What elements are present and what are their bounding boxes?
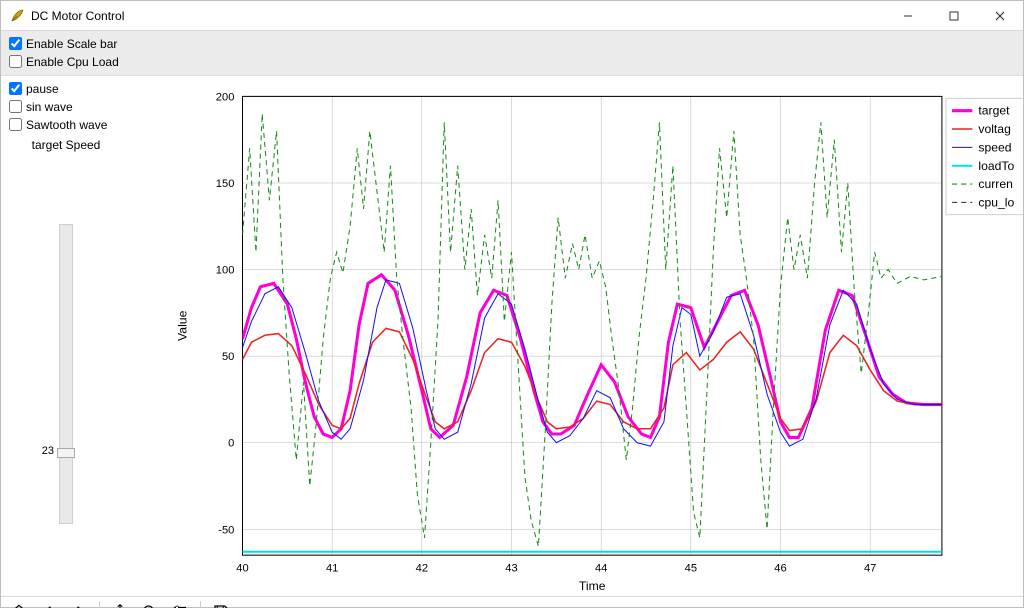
check-sawtooth-wave[interactable]: Sawtooth wave bbox=[9, 116, 123, 134]
home-button[interactable] bbox=[5, 598, 33, 608]
toolbar-sep-2 bbox=[200, 601, 201, 608]
close-button[interactable] bbox=[977, 1, 1023, 31]
titlebar: DC Motor Control bbox=[1, 1, 1023, 31]
svg-text:curren: curren bbox=[978, 177, 1012, 191]
svg-text:loadTo: loadTo bbox=[978, 159, 1014, 173]
svg-text:target: target bbox=[978, 104, 1010, 118]
check-enable-scale-bar[interactable]: Enable Scale bar bbox=[9, 35, 1015, 53]
save-button[interactable] bbox=[207, 598, 235, 608]
svg-text:41: 41 bbox=[326, 562, 338, 574]
svg-text:100: 100 bbox=[216, 265, 235, 277]
check-pause-box[interactable] bbox=[9, 82, 22, 95]
toolbar-sep-1 bbox=[99, 601, 100, 608]
window-title: DC Motor Control bbox=[31, 9, 124, 23]
svg-text:cpu_lo: cpu_lo bbox=[978, 195, 1014, 209]
svg-text:42: 42 bbox=[416, 562, 428, 574]
svg-text:Value: Value bbox=[176, 310, 190, 341]
check-enable-cpu-load[interactable]: Enable Cpu Load bbox=[9, 53, 1015, 71]
plot-area: 40 41 42 43 44 45 46 47 -50 0 50 100 150 200 Time Value… bbox=[131, 76, 1023, 596]
svg-text:50: 50 bbox=[222, 351, 234, 363]
svg-text:46: 46 bbox=[774, 562, 786, 574]
svg-text:200: 200 bbox=[216, 91, 235, 103]
check-enable-scale-bar-box[interactable] bbox=[9, 37, 22, 50]
scale-value: 23 bbox=[42, 445, 54, 457]
minimize-button[interactable] bbox=[885, 1, 931, 31]
svg-text:45: 45 bbox=[685, 562, 697, 574]
matplotlib-toolbar bbox=[1, 596, 1023, 608]
scale-thumb[interactable] bbox=[57, 448, 75, 458]
svg-text:voltag: voltag bbox=[978, 122, 1010, 136]
zoom-button[interactable] bbox=[136, 598, 164, 608]
scale-label: target Speed bbox=[32, 138, 101, 152]
forward-button[interactable] bbox=[65, 598, 93, 608]
check-sin-wave-box[interactable] bbox=[9, 100, 22, 113]
check-pause[interactable]: pause bbox=[9, 80, 123, 98]
svg-text:0: 0 bbox=[228, 438, 234, 450]
app-feather-icon bbox=[9, 8, 25, 24]
svg-text:43: 43 bbox=[505, 562, 517, 574]
check-enable-cpu-load-box[interactable] bbox=[9, 55, 22, 68]
svg-text:40: 40 bbox=[236, 562, 248, 574]
back-button[interactable] bbox=[35, 598, 63, 608]
options-bar: Enable Scale bar Enable Cpu Load bbox=[1, 31, 1023, 76]
scale-slider[interactable]: 23 bbox=[59, 224, 73, 524]
svg-text:150: 150 bbox=[216, 178, 235, 190]
configure-subplots-button[interactable] bbox=[166, 598, 194, 608]
svg-text:Time: Time bbox=[579, 579, 606, 593]
svg-text:44: 44 bbox=[595, 562, 607, 574]
svg-text:-50: -50 bbox=[218, 524, 234, 536]
maximize-button[interactable] bbox=[931, 1, 977, 31]
plot-svg[interactable]: 40 41 42 43 44 45 46 47 -50 0 50 100 150 200 Time Value… bbox=[131, 76, 1023, 596]
svg-text:speed: speed bbox=[978, 140, 1011, 154]
left-panel: pause sin wave Sawtooth wave target Spee… bbox=[1, 76, 131, 596]
check-sawtooth-wave-box[interactable] bbox=[9, 118, 22, 131]
target-speed-scale: target Speed 23 bbox=[9, 138, 123, 592]
svg-text:47: 47 bbox=[864, 562, 876, 574]
pan-button[interactable] bbox=[106, 598, 134, 608]
check-sin-wave[interactable]: sin wave bbox=[9, 98, 123, 116]
